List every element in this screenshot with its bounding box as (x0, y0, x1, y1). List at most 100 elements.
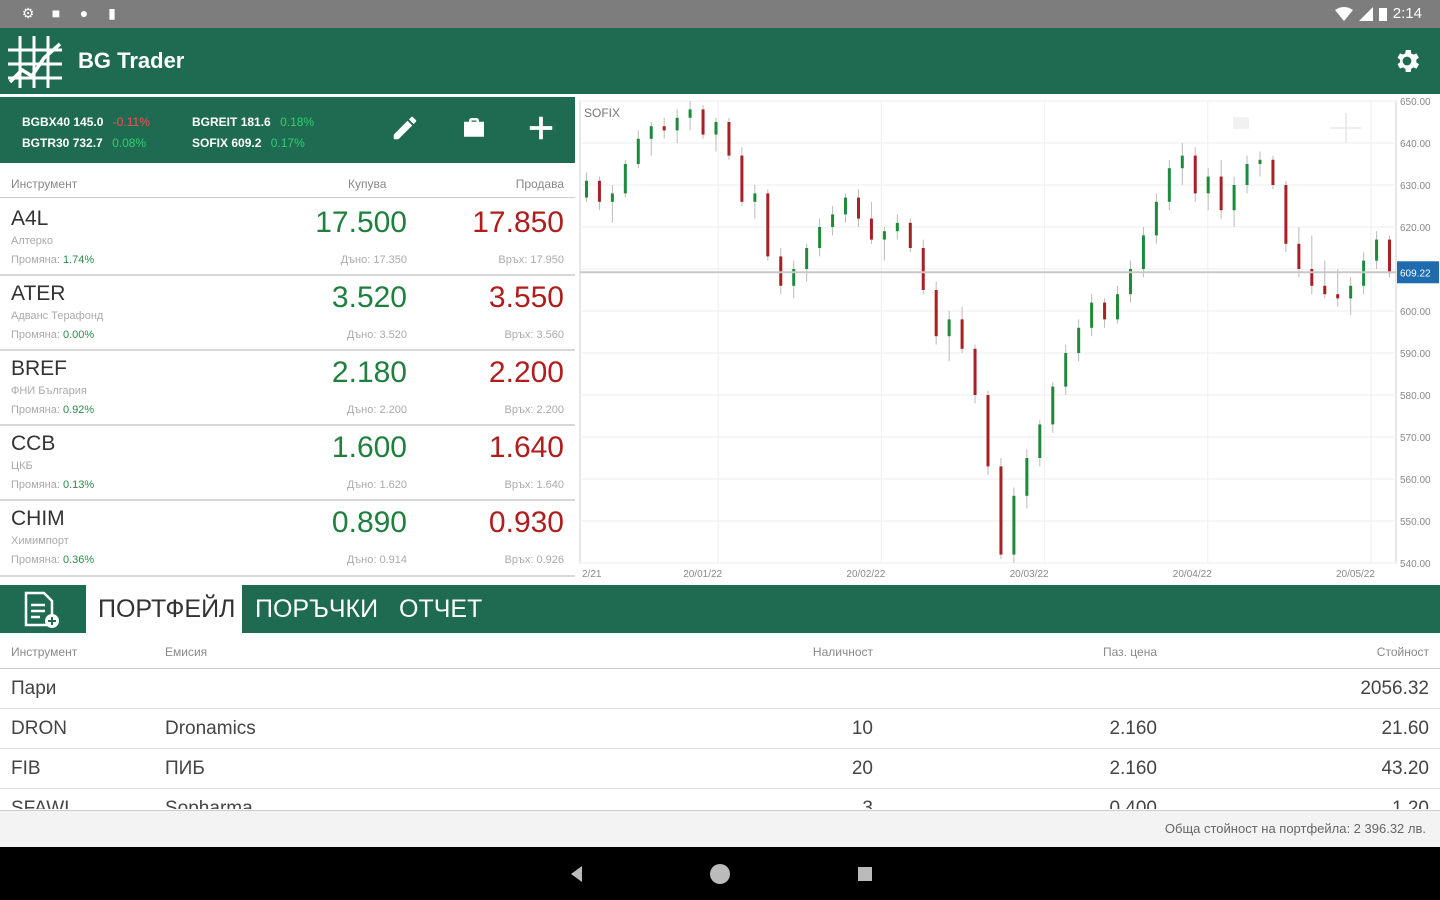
cell-value: 1.20 (1392, 798, 1429, 809)
watchlist-row[interactable]: BREF ФНИ България Промяна: 0.92% 2.180 2… (0, 351, 575, 426)
candle-body (766, 193, 770, 257)
x-tick-label: 20/03/22 (1010, 569, 1049, 580)
wifi-icon (1334, 6, 1353, 21)
candle-body (636, 138, 640, 164)
table-row[interactable]: FIB ПИБ 20 2.160 43.20 (0, 749, 1440, 789)
row-name: Адванс Терафонд (11, 310, 104, 322)
row-low: Дъно: 2.200 (346, 404, 407, 416)
row-low: Дъно: 1.620 (346, 479, 407, 491)
back-triangle-icon[interactable] (566, 863, 588, 885)
watchlist-row[interactable]: A4L Алтерко Промяна: 1.74% 17.500 17.850… (0, 201, 575, 276)
cell-value: 43.20 (1381, 758, 1429, 779)
portfolio-table-body: Пари 2056.32 DRON Dronamics 10 2.160 21.… (0, 669, 1440, 809)
recents-square-icon[interactable] (854, 863, 876, 885)
y-tick-label: 600.00 (1400, 307, 1431, 318)
row-change: Промяна: 0.13% (11, 479, 95, 491)
watchlist-row[interactable]: CHIM Химимпорт Промяна: 0.36% 0.890 0.93… (0, 501, 575, 577)
ticker-item[interactable]: BGREIT 181.6 0.18% (192, 115, 314, 129)
candle-body (895, 222, 899, 232)
candle-body (727, 122, 731, 156)
candle-body (1193, 155, 1197, 194)
y-tick-label: 630.00 (1400, 181, 1431, 192)
candle-body (999, 466, 1003, 555)
watchlist-row[interactable]: ATER Адванс Терафонд Промяна: 0.00% 3.52… (0, 276, 575, 351)
status-bar-notifications: ⚙ ■ ● ▮ (20, 5, 120, 21)
clipboard-notification-icon: ▮ (108, 5, 116, 21)
table-row[interactable]: Пари 2056.32 (0, 669, 1440, 709)
candle (701, 105, 705, 139)
row-change: Промяна: 1.74% (11, 254, 95, 266)
y-tick-label: 540.00 (1400, 559, 1431, 570)
settings-gear-icon[interactable] (1392, 46, 1422, 76)
row-name: Химимпорт (11, 535, 69, 547)
candle-body (740, 155, 744, 202)
portfolio-briefcase-icon[interactable] (459, 113, 489, 143)
watchlist-row[interactable]: CCB ЦКБ Промяна: 0.13% 1.600 1.640 Дъно:… (0, 426, 575, 501)
col-instrument: Инструмент (11, 645, 78, 659)
row-change: Промяна: 0.00% (11, 329, 95, 341)
row-bid: 1.600 (331, 431, 407, 464)
col-value: Стойност (1376, 645, 1429, 659)
table-row[interactable]: DRON Dronamics 10 2.160 21.60 (0, 709, 1440, 749)
tab-report[interactable]: ОТЧЕТ (387, 585, 494, 633)
add-plus-icon[interactable] (526, 113, 556, 143)
row-change: Промяна: 0.36% (11, 554, 95, 566)
candle-body (1077, 327, 1081, 353)
chart-title: SOFIX (584, 106, 620, 120)
candle-body (805, 248, 809, 269)
candle-body (1141, 235, 1145, 269)
cell-quantity: 10 (851, 718, 873, 739)
row-high: Връх: 0.926 (504, 554, 564, 566)
status-bar: ⚙ ■ ● ▮ 2:14 (0, 0, 1440, 28)
candle (1271, 155, 1275, 190)
candle (623, 159, 627, 198)
row-low: Дъно: 3.520 (346, 329, 407, 341)
tab-orders[interactable]: ПОРЪЧКИ (243, 585, 390, 633)
ticker-name: SOFIX (192, 136, 229, 150)
candle-body (1038, 424, 1042, 458)
row-symbol: CHIM (11, 507, 65, 530)
bottom-tab-bar: ПОРТФЕЙЛ ПОРЪЧКИ ОТЧЕТ (0, 585, 1440, 633)
edit-pencil-icon[interactable] (390, 113, 420, 143)
home-circle-icon[interactable] (709, 863, 731, 885)
row-name: Алтерко (11, 235, 53, 247)
status-time: 2:14 (1392, 5, 1422, 22)
ticker-item[interactable]: SOFIX 609.2 0.17% (192, 136, 305, 150)
row-high: Връх: 17.950 (498, 254, 564, 266)
row-high: Връх: 2.200 (504, 404, 564, 416)
candle-body (1349, 285, 1353, 299)
tab-portfolio[interactable]: ПОРТФЕЙЛ (86, 585, 242, 633)
row-ask: 17.850 (472, 206, 564, 239)
candle-body (753, 193, 757, 202)
candle-body (818, 227, 822, 248)
candle-body (1258, 159, 1262, 164)
candle (1012, 487, 1016, 563)
row-bid: 3.520 (331, 281, 407, 314)
y-tick-label: 640.00 (1400, 139, 1431, 150)
sofix-candlestick-chart[interactable]: 650.00640.00630.00620.00610.00600.00590.… (578, 97, 1440, 583)
col-issuer: Емисия (165, 645, 208, 659)
new-order-document-icon[interactable] (16, 591, 62, 629)
cell-instrument: SFAWI (11, 798, 70, 809)
y-tick-label: 550.00 (1400, 517, 1431, 528)
col-buy: Купува (348, 177, 387, 191)
row-low: Дъно: 0.914 (346, 554, 407, 566)
row-bid: 17.500 (315, 206, 407, 239)
row-symbol: CCB (11, 432, 56, 455)
row-low: Дъно: 17.350 (340, 254, 407, 266)
cell-issuer: Sopharma (165, 798, 253, 809)
candle-body (779, 256, 783, 286)
ticker-item[interactable]: BGBX40 145.0 -0.11% (22, 115, 150, 129)
cell-quantity: 20 (851, 758, 873, 779)
y-tick-label: 580.00 (1400, 391, 1431, 402)
cell-quantity: 3 (862, 798, 873, 809)
cell-value: 21.60 (1381, 718, 1429, 739)
candle-body (1180, 155, 1184, 169)
table-row[interactable]: SFAWI Sopharma 3 0.400 1.20 (0, 789, 1440, 809)
ticker-item[interactable]: BGTR30 732.7 0.08% (22, 136, 146, 150)
cell-price: 2.160 (1109, 718, 1157, 739)
chart-camera-icon[interactable] (1233, 117, 1249, 129)
ticker-change: 0.18% (280, 115, 315, 129)
x-tick-label: 20/05/22 (1336, 569, 1375, 580)
candle (999, 458, 1003, 559)
